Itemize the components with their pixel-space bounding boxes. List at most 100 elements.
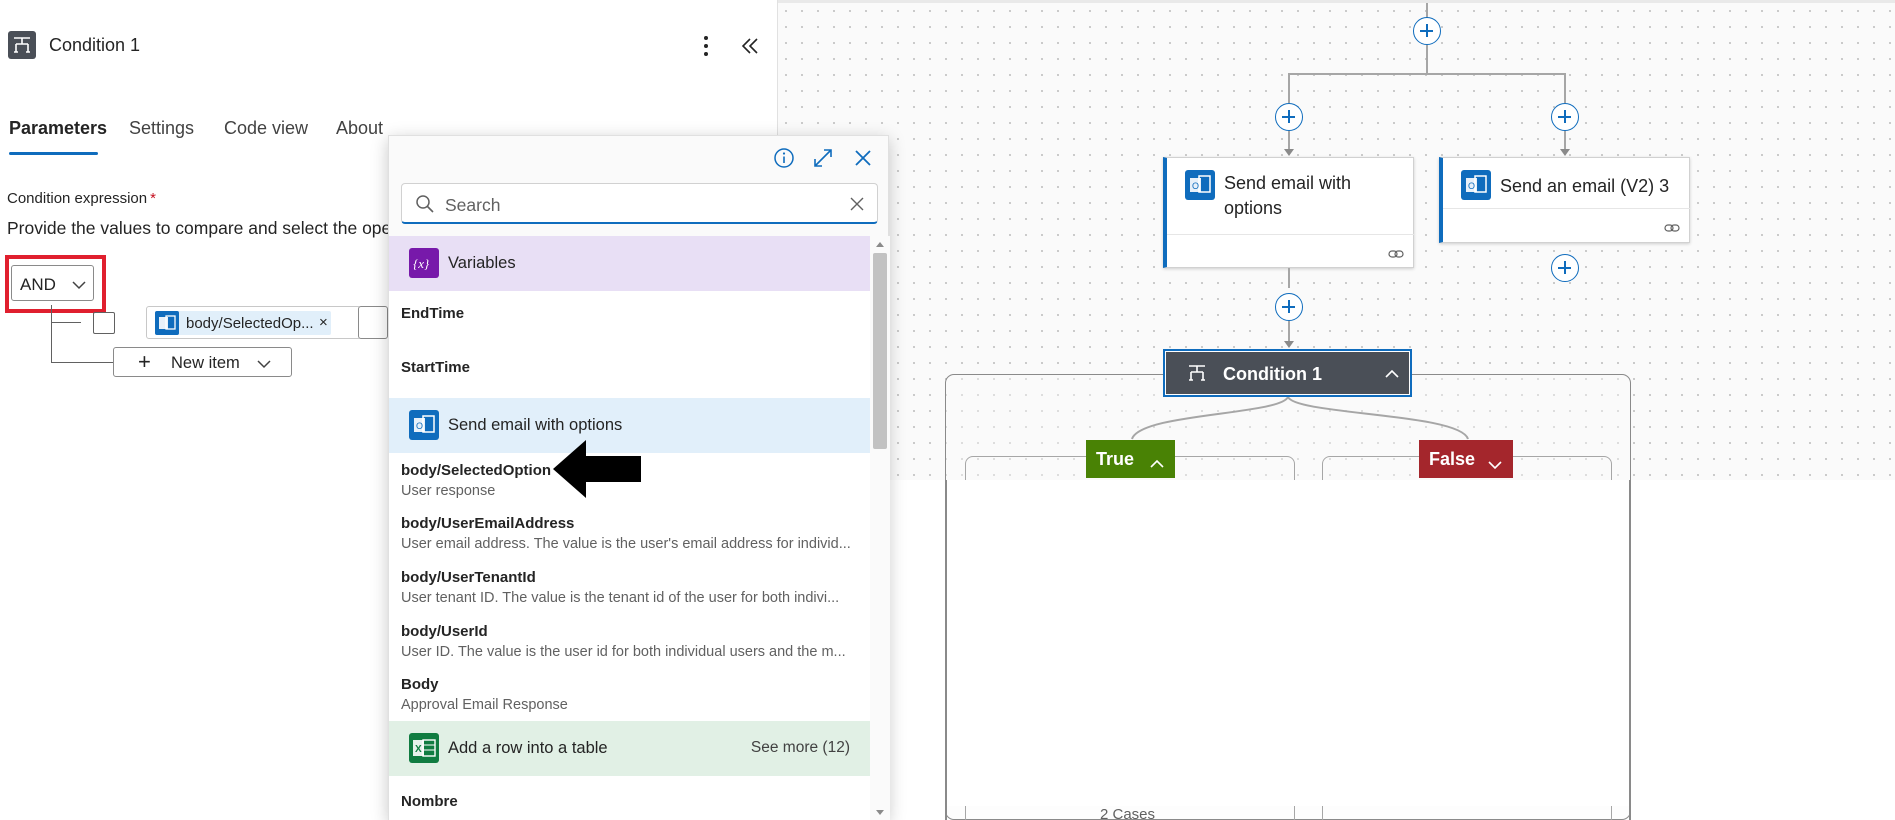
add-step-icon[interactable] — [1551, 254, 1579, 282]
condition-node[interactable]: Condition 1 — [1163, 349, 1412, 397]
false-branch-pill[interactable]: False — [1419, 440, 1513, 478]
list-item[interactable]: EndTime — [401, 305, 861, 322]
outlook-icon: O — [1185, 170, 1215, 200]
scope-border-right — [1629, 480, 1631, 820]
item-description: User ID. The value is the user id for bo… — [401, 644, 846, 660]
connector-line — [1289, 73, 1566, 75]
item-title: body/UserId — [401, 623, 488, 640]
arrow-down-icon — [1284, 149, 1294, 156]
condition-icon — [1187, 363, 1207, 383]
chevron-up-icon[interactable] — [1150, 453, 1164, 474]
required-marker: * — [150, 190, 156, 207]
item-title: body/UserTenantId — [401, 569, 536, 586]
list-item[interactable]: StartTime — [401, 359, 861, 376]
new-item-label: New item — [171, 354, 240, 372]
cases-count: 2 Cases — [1100, 806, 1156, 820]
token-remove-icon[interactable]: × — [319, 314, 328, 331]
tab-about[interactable]: About — [336, 118, 383, 139]
item-title: StartTime — [401, 359, 470, 376]
connector-line — [1564, 131, 1566, 151]
see-more-link[interactable]: See more (12) — [751, 739, 850, 757]
condition-icon — [8, 31, 36, 59]
item-description: User email address. The value is the use… — [401, 536, 851, 552]
excel-icon: X — [409, 733, 439, 763]
plus-icon: + — [138, 349, 151, 374]
section-variables[interactable]: {x} Variables — [389, 236, 870, 291]
variables-icon: {x} — [409, 248, 439, 278]
svg-text:X: X — [415, 744, 422, 755]
close-icon[interactable] — [851, 146, 875, 170]
tab-code-view[interactable]: Code view — [224, 118, 308, 139]
dynamic-content-list: {x} Variables EndTime StartTime O Send e… — [389, 236, 870, 820]
connector-line — [1564, 73, 1566, 103]
chevron-up-icon[interactable] — [1385, 366, 1399, 384]
scope-border-left — [945, 480, 947, 820]
left-operand-field[interactable]: body/SelectedOp... × — [146, 306, 361, 339]
section-title: Add a row into a table — [448, 739, 608, 757]
svg-text:{x}: {x} — [413, 256, 430, 271]
more-options-icon[interactable] — [692, 32, 720, 60]
dynamic-content-token[interactable]: body/SelectedOp... × — [155, 311, 331, 335]
action-card-send-email-options[interactable]: O Send email with options — [1163, 157, 1414, 268]
add-step-icon[interactable] — [1413, 17, 1441, 45]
clear-search-icon[interactable] — [847, 194, 867, 219]
condition-expression-label: Condition expression * — [7, 190, 156, 207]
active-tab-indicator — [9, 152, 98, 155]
item-title: Nombre — [401, 793, 458, 810]
false-label: False — [1429, 449, 1476, 469]
list-item[interactable]: body/UserId User ID. The value is the us… — [401, 623, 861, 660]
card-title: Send email with options — [1224, 173, 1352, 218]
connector-line — [1426, 3, 1428, 18]
chevron-down-icon — [72, 277, 86, 295]
card-title: Send an email (V2) 3 — [1500, 176, 1670, 196]
add-step-icon[interactable] — [1275, 293, 1303, 321]
search-icon — [415, 194, 435, 219]
link-icon — [1388, 246, 1404, 258]
add-step-icon[interactable] — [1275, 103, 1303, 131]
condition-description: Provide the values to compare and select… — [7, 218, 392, 238]
group-operator-dropdown[interactable]: AND — [11, 265, 94, 301]
branch-connectors — [1131, 397, 1469, 440]
search-input[interactable]: Search — [401, 183, 878, 224]
row-checkbox[interactable] — [93, 312, 115, 334]
scroll-down-icon[interactable] — [876, 810, 884, 815]
tree-line — [51, 305, 52, 363]
chevron-down-icon[interactable] — [1488, 454, 1502, 475]
link-icon — [1664, 220, 1680, 232]
scroll-thumb[interactable] — [873, 253, 887, 449]
new-item-button[interactable]: + New item — [113, 347, 292, 377]
add-step-icon[interactable] — [1551, 103, 1579, 131]
condition-node-title: Condition 1 — [1223, 364, 1322, 384]
search-placeholder: Search — [445, 195, 501, 215]
outlook-icon — [155, 311, 179, 335]
list-item[interactable]: body/UserTenantId User tenant ID. The va… — [401, 569, 861, 606]
token-label: body/SelectedOp... — [186, 315, 314, 332]
arrow-down-icon — [1560, 149, 1570, 156]
tab-settings[interactable]: Settings — [129, 118, 194, 139]
canvas-occlusion — [944, 480, 1634, 806]
panel-header: Condition 1 — [0, 26, 778, 66]
connector-line — [1426, 45, 1428, 73]
action-card-send-email-v2[interactable]: O Send an email (V2) 3 — [1439, 157, 1690, 243]
info-icon[interactable] — [772, 146, 796, 170]
list-item[interactable]: Body Approval Email Response — [401, 676, 861, 713]
scrollbar[interactable] — [870, 236, 890, 820]
expand-icon[interactable] — [811, 146, 835, 170]
outlook-icon: O — [409, 410, 439, 440]
collapse-panel-icon[interactable] — [736, 32, 764, 60]
operator-field[interactable] — [358, 306, 388, 339]
tree-line — [51, 322, 81, 323]
list-item[interactable]: body/UserEmailAddress User email address… — [401, 515, 861, 552]
svg-text:O: O — [416, 421, 423, 431]
label-text: Condition expression — [7, 190, 148, 207]
connector-line — [1288, 268, 1290, 288]
list-item[interactable]: Nombre — [401, 793, 861, 810]
tab-parameters[interactable]: Parameters — [9, 118, 107, 139]
section-add-row-table[interactable]: X Add a row into a table See more (12) — [389, 721, 870, 776]
scroll-up-icon[interactable] — [876, 242, 884, 247]
connector-line — [1288, 321, 1290, 343]
true-label: True — [1096, 449, 1135, 469]
panel-title: Condition 1 — [49, 35, 141, 55]
annotation-arrow-icon — [553, 438, 641, 500]
true-branch-pill[interactable]: True — [1086, 440, 1175, 478]
